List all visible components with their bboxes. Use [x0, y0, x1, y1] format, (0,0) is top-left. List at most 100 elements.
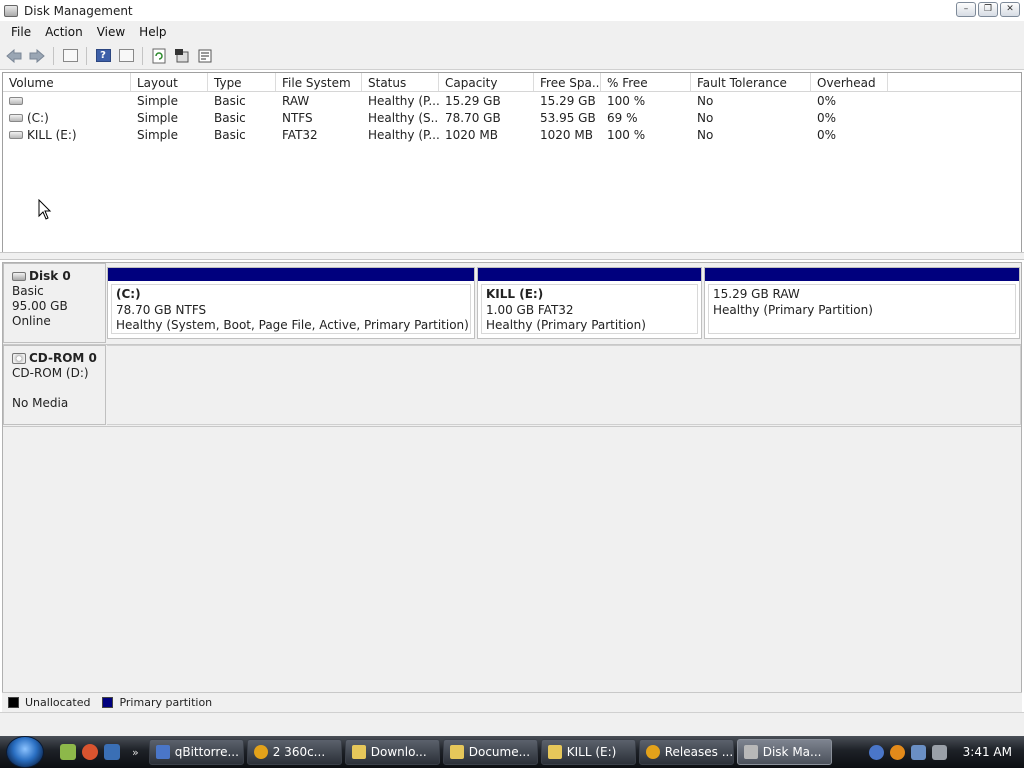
task-button[interactable]: Downlo...: [344, 739, 440, 765]
menu-view[interactable]: View: [90, 25, 132, 39]
pane-splitter[interactable]: [0, 252, 1024, 260]
quick-launch-more-icon[interactable]: »: [132, 746, 139, 759]
column-header-overhead[interactable]: Overhead: [811, 73, 888, 91]
chrome-icon: [253, 745, 268, 759]
volume-muted-icon[interactable]: [931, 744, 947, 760]
cell-file-system: RAW: [282, 93, 310, 108]
cell-status: Healthy (P...: [368, 127, 439, 142]
cell-volume: (C:): [3, 111, 131, 125]
properties-icon[interactable]: [172, 46, 192, 66]
cell-layout: Simple: [137, 110, 178, 125]
refresh-icon[interactable]: [149, 46, 169, 66]
primary-partition-bar: [705, 268, 1019, 281]
disk-icon: [9, 114, 23, 122]
disk-management-icon: [743, 745, 758, 759]
forward-arrow-icon[interactable]: [27, 46, 47, 66]
toolbar-separator: [86, 46, 87, 65]
help-icon[interactable]: ?: [93, 46, 113, 66]
search-tray-icon[interactable]: [889, 744, 905, 760]
task-button[interactable]: Docume...: [442, 739, 538, 765]
cell-percent-free: 100 %: [607, 93, 646, 108]
cell-type: Basic: [214, 93, 246, 108]
column-header-percent-free[interactable]: % Free: [601, 73, 691, 91]
primary-partition-bar: [478, 268, 701, 281]
menu-bar: File Action View Help: [0, 21, 1024, 42]
quick-launch-icon[interactable]: [60, 744, 76, 760]
cell-layout: Simple: [137, 127, 178, 142]
task-button[interactable]: qBittorre...: [148, 739, 244, 765]
minimize-button[interactable]: –: [956, 2, 976, 17]
qbittorrent-icon: [155, 745, 170, 759]
toolbar-separator: [142, 46, 143, 65]
column-header-free-space[interactable]: Free Spa...: [534, 73, 601, 91]
legend-swatch-primary: [102, 697, 114, 708]
disk-0-label[interactable]: Disk 0 Basic 95.00 GB Online: [3, 263, 106, 343]
disk-size: 95.00 GB: [12, 299, 68, 313]
maximize-button[interactable]: ❐: [978, 2, 998, 17]
export-list-icon[interactable]: [195, 46, 215, 66]
cell-volume: KILL (E:): [3, 128, 131, 142]
cd-rom-empty-area: [107, 345, 1021, 425]
column-header-file-system[interactable]: File System: [276, 73, 362, 91]
cd-rom-0-label[interactable]: CD-ROM 0 CD-ROM (D:) No Media: [3, 345, 106, 425]
column-header-layout[interactable]: Layout: [131, 73, 208, 91]
toolbar-separator: [53, 46, 54, 65]
disk-name: CD-ROM 0: [29, 351, 97, 365]
legend-label-unallocated: Unallocated: [25, 696, 91, 709]
clock[interactable]: 3:41 AM: [963, 745, 1012, 759]
task-button[interactable]: 2 360c...: [246, 739, 342, 765]
close-button[interactable]: ✕: [1000, 2, 1020, 17]
partition-raw[interactable]: 15.29 GB RAW Healthy (Primary Partition): [704, 267, 1020, 339]
partition-name: KILL (E:): [486, 287, 544, 301]
table-row[interactable]: Simple Basic RAW Healthy (P... 15.29 GB …: [3, 92, 1021, 109]
hard-disk-icon: [12, 272, 26, 281]
partition-kill-e[interactable]: KILL (E:) 1.00 GB FAT32 Healthy (Primary…: [477, 267, 702, 339]
cd-rom-icon: [12, 353, 26, 364]
menu-help[interactable]: Help: [132, 25, 173, 39]
task-buttons: qBittorre... 2 360c... Downlo... Docume.…: [148, 739, 832, 765]
table-row[interactable]: (C:) Simple Basic NTFS Healthy (S... 78.…: [3, 109, 1021, 126]
chrome-icon: [645, 745, 660, 759]
cell-capacity: 78.70 GB: [445, 110, 501, 125]
cell-capacity: 15.29 GB: [445, 93, 501, 108]
disk-row-cd-rom-0: CD-ROM 0 CD-ROM (D:) No Media: [3, 345, 1021, 425]
task-button[interactable]: Releases ...: [638, 739, 734, 765]
column-header-volume[interactable]: Volume: [3, 73, 131, 91]
cell-status: Healthy (S...: [368, 110, 439, 125]
cell-layout: Simple: [137, 93, 178, 108]
window-controls: – ❐ ✕: [956, 2, 1020, 17]
column-header-status[interactable]: Status: [362, 73, 439, 91]
row-divider: [3, 426, 1021, 427]
window-title: Disk Management: [24, 3, 133, 18]
legend: Unallocated Primary partition: [2, 692, 1022, 712]
column-header-type[interactable]: Type: [208, 73, 276, 91]
cell-overhead: 0%: [817, 93, 837, 108]
cell-fault-tolerance: No: [697, 93, 714, 108]
qbittorrent-tray-icon[interactable]: [868, 744, 884, 760]
show-hide-action-pane-icon[interactable]: [116, 46, 136, 66]
partition-c[interactable]: (C:) 78.70 GB NTFS Healthy (System, Boot…: [107, 267, 475, 339]
disk-type: CD-ROM (D:): [12, 366, 89, 380]
menu-file[interactable]: File: [4, 25, 38, 39]
menu-action[interactable]: Action: [38, 25, 90, 39]
cell-status: Healthy (P...: [368, 93, 439, 108]
network-icon[interactable]: [910, 744, 926, 760]
cell-fault-tolerance: No: [697, 110, 714, 125]
partition-name: (C:): [116, 287, 141, 301]
show-hide-console-tree-icon[interactable]: [60, 46, 80, 66]
cell-percent-free: 100 %: [607, 127, 646, 142]
back-arrow-icon[interactable]: [4, 46, 24, 66]
task-button-active[interactable]: Disk Ma...: [736, 739, 832, 765]
taskbar: » qBittorre... 2 360c... Downlo... Docum…: [0, 736, 1024, 768]
disk-media: No Media: [12, 396, 69, 410]
folder-icon: [449, 745, 464, 759]
task-button[interactable]: KILL (E:): [540, 739, 636, 765]
quick-launch-icon[interactable]: [82, 744, 98, 760]
partition-status: Healthy (System, Boot, Page File, Active…: [116, 318, 469, 332]
disk-icon: [9, 131, 23, 139]
table-row[interactable]: KILL (E:) Simple Basic FAT32 Healthy (P.…: [3, 126, 1021, 143]
column-header-capacity[interactable]: Capacity: [439, 73, 534, 91]
column-header-fault-tolerance[interactable]: Fault Tolerance: [691, 73, 811, 91]
show-desktop-icon[interactable]: [104, 744, 120, 760]
start-button[interactable]: [6, 736, 44, 768]
